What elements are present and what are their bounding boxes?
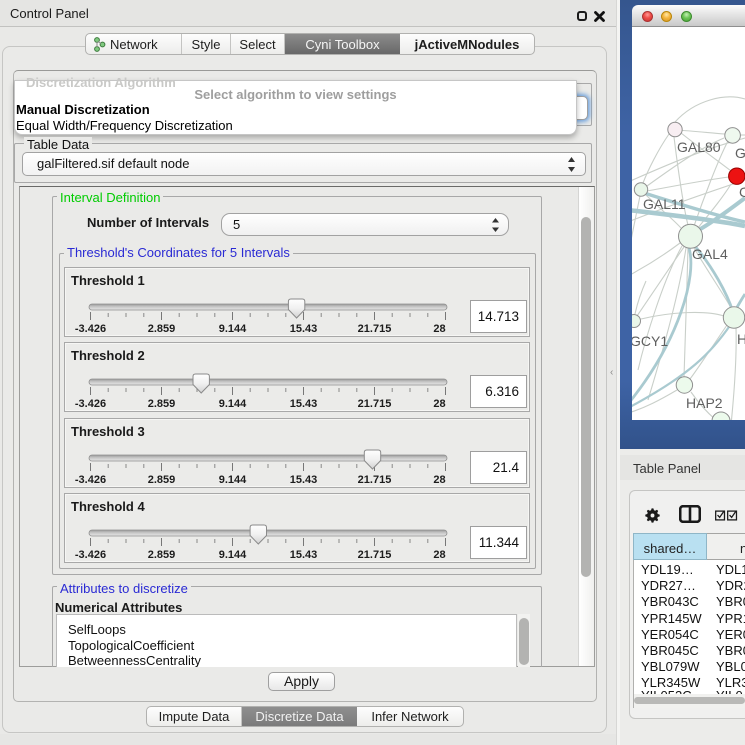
svg-text:-3.426: -3.426	[75, 323, 106, 335]
svg-text:2.859: 2.859	[148, 398, 176, 410]
svg-text:GA: GA	[735, 145, 745, 161]
svg-text:28: 28	[433, 474, 445, 486]
svg-text:-3.426: -3.426	[75, 549, 106, 561]
svg-text:15.43: 15.43	[290, 398, 318, 410]
svg-text:15.43: 15.43	[290, 323, 318, 335]
svg-text:15.43: 15.43	[290, 474, 318, 486]
svg-text:21.715: 21.715	[358, 323, 392, 335]
svg-text:9.144: 9.144	[219, 323, 247, 335]
svg-text:21.715: 21.715	[358, 474, 392, 486]
svg-text:28: 28	[433, 323, 445, 335]
svg-text:21.715: 21.715	[358, 398, 392, 410]
svg-text:GCY1: GCY1	[632, 333, 668, 349]
svg-text:GAL80: GAL80	[677, 139, 721, 155]
svg-text:2.859: 2.859	[148, 474, 176, 486]
svg-text:-3.426: -3.426	[75, 474, 106, 486]
svg-text:2.859: 2.859	[148, 323, 176, 335]
svg-text:15.43: 15.43	[290, 549, 318, 561]
svg-text:HA: HA	[737, 331, 745, 347]
svg-text:GAL11: GAL11	[643, 196, 686, 212]
svg-text:C: C	[739, 184, 745, 200]
svg-text:28: 28	[433, 398, 445, 410]
svg-text:HAP2: HAP2	[686, 395, 723, 411]
svg-text:21.715: 21.715	[358, 549, 392, 561]
svg-text:9.144: 9.144	[219, 549, 247, 561]
svg-text:2.859: 2.859	[148, 549, 176, 561]
svg-text:9.144: 9.144	[219, 474, 247, 486]
svg-text:-3.426: -3.426	[75, 398, 106, 410]
svg-text:9.144: 9.144	[219, 398, 247, 410]
svg-text:28: 28	[433, 549, 445, 561]
svg-text:GAL4: GAL4	[692, 246, 728, 262]
